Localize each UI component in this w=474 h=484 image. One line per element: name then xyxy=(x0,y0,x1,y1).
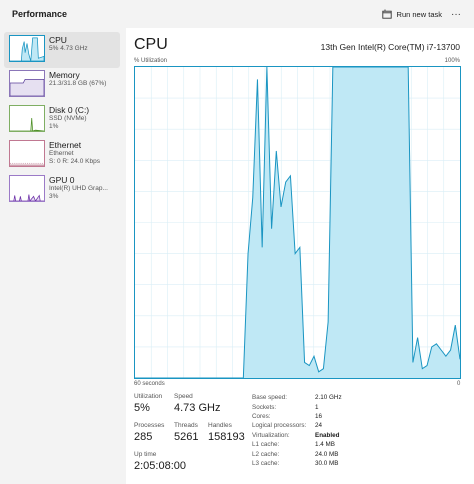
spec-value: 24 xyxy=(315,422,323,430)
stat-label: Utilization xyxy=(134,393,163,400)
gpu-thumbnail xyxy=(9,175,45,202)
stat-value: 2:05:08:00 xyxy=(134,460,186,472)
sidebar-item-detail: 1% xyxy=(49,123,59,130)
cpu-specs-table: Base speed: 2.10 GHz Sockets: 1 Cores: 16 L… xyxy=(252,393,382,468)
stat-value: 5% xyxy=(134,402,150,414)
spec-key: Sockets: xyxy=(252,403,277,411)
spec-row: Sockets: 1 xyxy=(252,402,382,411)
y-axis-max-label: 100% xyxy=(444,58,460,64)
stat-utilization: Utilization 5% xyxy=(134,393,162,415)
run-new-task-button[interactable]: Run new task xyxy=(381,6,442,22)
sidebar-item-detail: Ethernet xyxy=(49,150,74,157)
spec-key: Logical processors: xyxy=(252,422,307,430)
gpu-mini-graph-icon xyxy=(10,194,44,201)
sidebar-item-label: Ethernet xyxy=(49,140,82,150)
sidebar: CPU 5% 4.73 GHz Memory 21.3/31.8 GB (67%… xyxy=(0,28,126,484)
x-axis-right-label: 0 xyxy=(457,381,461,387)
spec-value: 24.0 MB xyxy=(315,450,339,458)
spec-key: L3 cache: xyxy=(252,459,280,467)
spec-row: L3 cache: 30.0 MB xyxy=(252,459,382,468)
spec-key: Virtualization: xyxy=(252,431,290,439)
sidebar-item-gpu[interactable]: GPU 0 Intel(R) UHD Grap... 3% xyxy=(4,172,120,208)
spec-row: Base speed: 2.10 GHz xyxy=(252,393,382,402)
sidebar-item-detail: S: 0 R: 24.0 Kbps xyxy=(49,158,100,165)
stat-label: Speed xyxy=(174,393,193,400)
x-axis-left-label: 60 seconds xyxy=(134,381,165,387)
section-title: CPU xyxy=(134,36,168,53)
stat-handles: Handles 158193 xyxy=(208,422,245,444)
stat-processes: Processes 285 xyxy=(134,422,164,444)
run-task-label: Run new task xyxy=(396,9,442,19)
sidebar-item-detail: 21.3/31.8 GB (67%) xyxy=(49,80,107,87)
sidebar-item-label: CPU xyxy=(49,35,67,45)
spec-value: 1 xyxy=(315,403,319,411)
spec-row: Logical processors: 24 xyxy=(252,421,382,430)
sidebar-item-label: Memory xyxy=(49,70,80,80)
spec-key: Base speed: xyxy=(252,394,288,402)
stat-label: Threads xyxy=(174,422,198,429)
sidebar-item-disk[interactable]: Disk 0 (C:) SSD (NVMe) 1% xyxy=(4,102,120,138)
spec-value: 1.4 MB xyxy=(315,441,335,449)
spec-row: L2 cache: 24.0 MB xyxy=(252,449,382,458)
sidebar-item-ethernet[interactable]: Ethernet Ethernet S: 0 R: 24.0 Kbps xyxy=(4,137,120,173)
stat-label: Up time xyxy=(134,451,157,458)
ethernet-mini-graph-icon xyxy=(10,162,44,166)
stat-threads: Threads 5261 xyxy=(174,422,198,444)
disk-thumbnail xyxy=(9,105,45,132)
cpu-utilization-graph xyxy=(134,66,461,379)
memory-mini-graph-icon xyxy=(10,78,44,96)
disk-mini-graph-icon xyxy=(10,118,44,131)
stat-uptime: Up time 2:05:08:00 xyxy=(134,451,186,473)
sidebar-item-detail: SSD (NVMe) xyxy=(49,115,87,122)
cpu-mini-graph-icon xyxy=(10,37,44,61)
sidebar-item-detail: Intel(R) UHD Grap... xyxy=(49,185,108,192)
stat-value: 158193 xyxy=(208,431,245,443)
sidebar-item-label: Disk 0 (C:) xyxy=(49,105,90,115)
cpu-model-name: 13th Gen Intel(R) Core(TM) i7-13700 xyxy=(320,42,460,52)
spec-key: L1 cache: xyxy=(252,441,280,449)
y-axis-label: % Utilization xyxy=(134,58,168,64)
spec-key: Cores: xyxy=(252,412,271,420)
sidebar-item-detail: 3% xyxy=(49,193,59,200)
stat-value: 285 xyxy=(134,431,153,443)
sidebar-item-memory[interactable]: Memory 21.3/31.8 GB (67%) xyxy=(4,67,120,103)
memory-thumbnail xyxy=(9,70,45,97)
spec-value: Enabled xyxy=(315,431,340,439)
stat-value: 4.73 GHz xyxy=(174,402,221,414)
spec-row: L1 cache: 1.4 MB xyxy=(252,440,382,449)
sidebar-item-label: GPU 0 xyxy=(49,175,75,185)
more-options-button[interactable]: ··· xyxy=(448,6,464,22)
stat-label: Handles xyxy=(208,422,232,429)
spec-value: 2.10 GHz xyxy=(315,394,342,402)
title-bar: Performance Run new task ··· xyxy=(0,0,474,28)
spec-key: L2 cache: xyxy=(252,450,280,458)
spec-value: 16 xyxy=(315,412,323,420)
sidebar-item-detail: 5% 4.73 GHz xyxy=(49,45,88,52)
run-task-icon xyxy=(381,9,392,19)
spec-value: 30.0 MB xyxy=(315,459,339,467)
spec-row: Cores: 16 xyxy=(252,412,382,421)
sidebar-item-cpu[interactable]: CPU 5% 4.73 GHz xyxy=(4,32,120,68)
cpu-utilization-chart xyxy=(135,67,460,378)
stat-label: Processes xyxy=(134,422,165,429)
stat-value: 5261 xyxy=(174,431,199,443)
cpu-thumbnail xyxy=(9,35,45,62)
spec-row: Virtualization: Enabled xyxy=(252,431,382,440)
stat-speed: Speed 4.73 GHz xyxy=(174,393,220,415)
page-title: Performance xyxy=(12,9,68,19)
ethernet-thumbnail xyxy=(9,140,45,167)
